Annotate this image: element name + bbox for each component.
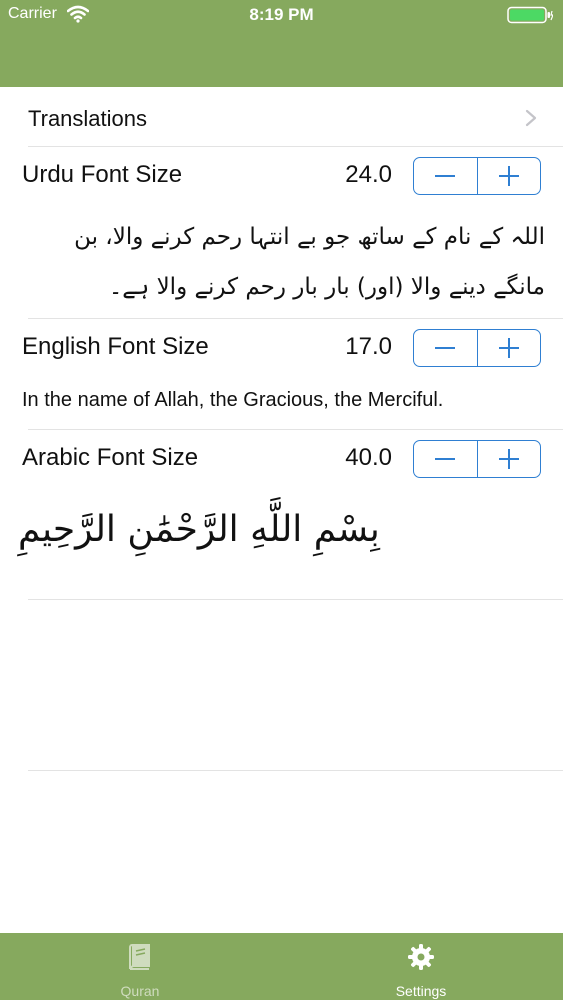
arabic-font-size-stepper [413, 440, 541, 478]
arabic-font-size-row: Arabic Font Size 40.0 [0, 440, 563, 480]
english-sample-text: In the name of Allah, the Gracious, the … [22, 389, 444, 411]
plus-icon [498, 166, 519, 186]
divider [28, 429, 563, 430]
arabic-font-size-value: 40.0 [345, 444, 392, 471]
english-font-size-stepper [413, 329, 541, 367]
tab-settings-label: Settings [395, 983, 447, 999]
status-time: 8:19 PM [249, 5, 314, 24]
minus-icon [435, 458, 456, 460]
translations-row[interactable]: Translations [28, 98, 563, 147]
divider [28, 770, 563, 771]
divider [28, 318, 563, 319]
urdu-font-size-label: Urdu Font Size [22, 161, 183, 188]
english-decrement-button[interactable] [414, 330, 477, 366]
arabic-decrement-button[interactable] [414, 441, 477, 477]
minus-icon [435, 347, 456, 349]
english-font-size-label: English Font Size [22, 333, 209, 360]
plus-icon [498, 449, 519, 469]
english-font-size-value: 17.0 [345, 333, 392, 360]
minus-icon [435, 175, 456, 177]
arabic-font-size-label: Arabic Font Size [22, 444, 199, 471]
arabic-increment-button[interactable] [476, 441, 541, 477]
book-icon [129, 944, 150, 970]
divider [28, 599, 563, 600]
battery-icon [507, 6, 553, 24]
gear-icon [408, 944, 434, 970]
urdu-increment-button[interactable] [476, 158, 541, 194]
tab-settings[interactable]: Settings [351, 933, 491, 1000]
status-bar: Carrier 8:19 PM [0, 0, 563, 30]
translations-label: Translations [28, 106, 148, 131]
urdu-font-size-stepper [413, 157, 541, 195]
urdu-font-size-row: Urdu Font Size 24.0 [0, 157, 563, 197]
urdu-sample-text: اللہ کے نام کے ساتھ جو بے انتہا رحم کرنے… [74, 224, 545, 300]
urdu-decrement-button[interactable] [414, 158, 477, 194]
tab-bar: Quran Settings [0, 933, 563, 1000]
english-increment-button[interactable] [476, 330, 541, 366]
chevron-right-icon [525, 109, 537, 127]
tab-quran-label: Quran [120, 983, 160, 999]
navigation-header: Carrier 8:19 PM [0, 0, 563, 87]
arabic-sample-text: بِسْمِ اللَّهِ الرَّحْمَٰنِ الرَّحِيمِ [18, 509, 380, 550]
english-font-size-row: English Font Size 17.0 [0, 329, 563, 369]
tab-quran[interactable]: Quran [70, 933, 210, 1000]
urdu-font-size-value: 24.0 [345, 161, 392, 188]
plus-icon [498, 338, 519, 358]
